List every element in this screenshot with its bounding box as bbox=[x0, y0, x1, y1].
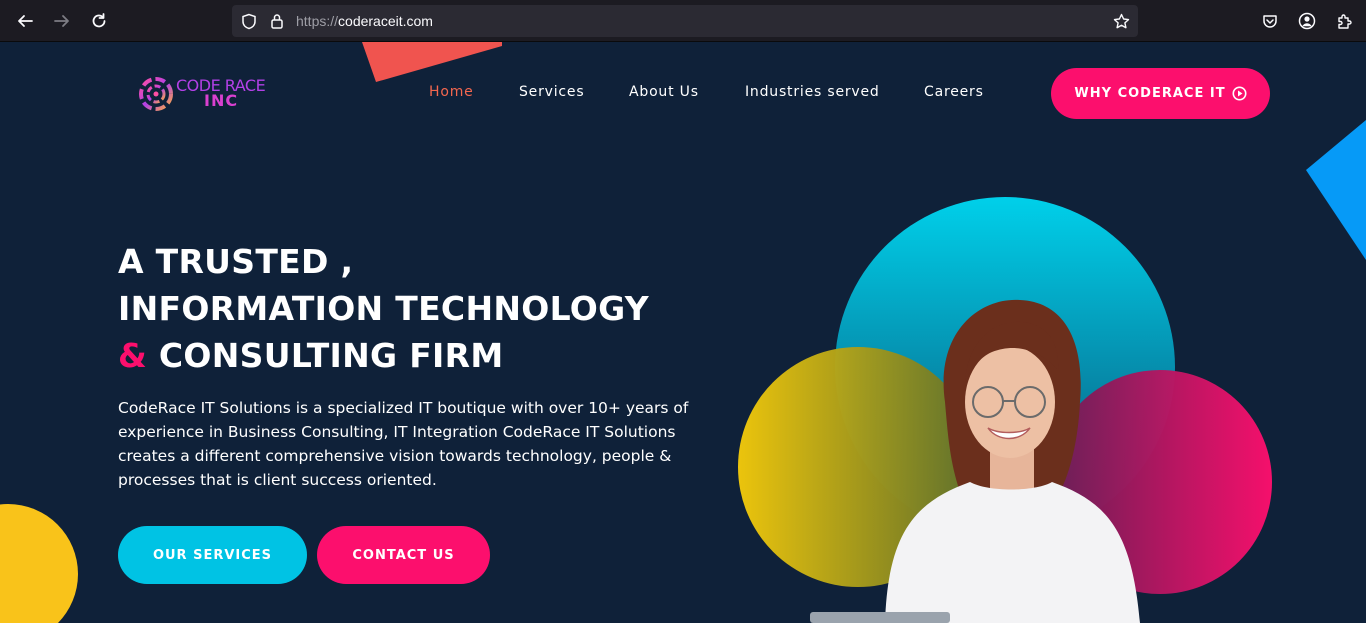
headline-line3-wrap: & CONSULTING FIRM bbox=[118, 332, 649, 379]
hero-headline: A TRUSTED , INFORMATION TECHNOLOGY & CON… bbox=[118, 238, 649, 379]
address-bar[interactable]: https://coderaceit.com bbox=[232, 5, 1138, 37]
nav-item-services[interactable]: Services bbox=[519, 84, 584, 100]
url-text[interactable]: https://coderaceit.com bbox=[296, 13, 433, 29]
decorative-blue-triangle bbox=[1306, 120, 1366, 260]
page-content: CODE RACE INC Home Services About Us Ind… bbox=[0, 42, 1366, 623]
brand-logo[interactable]: CODE RACE INC bbox=[136, 74, 276, 114]
lock-icon[interactable] bbox=[268, 12, 286, 30]
extensions-puzzle-icon[interactable] bbox=[1335, 12, 1353, 30]
pocket-icon[interactable] bbox=[1261, 12, 1279, 30]
shield-icon[interactable] bbox=[240, 12, 258, 30]
logo-line2: INC bbox=[204, 91, 239, 110]
decorative-yellow-circle bbox=[0, 504, 78, 623]
url-host: coderaceit.com bbox=[338, 13, 433, 29]
decorative-red-shape bbox=[362, 42, 502, 82]
forward-arrow-icon[interactable] bbox=[51, 10, 73, 32]
url-protocol: https:// bbox=[296, 13, 339, 29]
nav-item-industries-served[interactable]: Industries served bbox=[745, 84, 880, 100]
contact-us-button[interactable]: CONTACT US bbox=[317, 526, 490, 584]
why-coderace-label: WHY CODERACE IT bbox=[1074, 86, 1226, 101]
headline-line3: CONSULTING FIRM bbox=[158, 336, 504, 375]
logo-text: CODE RACE INC bbox=[176, 78, 266, 110]
nav-item-home[interactable]: Home bbox=[429, 84, 474, 100]
browser-toolbar: https://coderaceit.com bbox=[0, 0, 1366, 42]
bookmark-star-icon[interactable] bbox=[1112, 12, 1130, 30]
hero-description: CodeRace IT Solutions is a specialized I… bbox=[118, 399, 689, 489]
headline-line2: INFORMATION TECHNOLOGY bbox=[118, 289, 649, 328]
back-arrow-icon[interactable] bbox=[14, 10, 36, 32]
account-icon[interactable] bbox=[1298, 12, 1316, 30]
headline-line1: A TRUSTED , bbox=[118, 242, 354, 281]
play-circle-icon bbox=[1232, 86, 1247, 101]
reload-icon[interactable] bbox=[88, 10, 110, 32]
logo-swirl-icon bbox=[139, 77, 173, 111]
headline-ampersand: & bbox=[118, 336, 148, 375]
our-services-button[interactable]: OUR SERVICES bbox=[118, 526, 307, 584]
hero-illustration bbox=[738, 197, 1272, 623]
why-coderace-button[interactable]: WHY CODERACE IT bbox=[1051, 68, 1270, 119]
nav-item-careers[interactable]: Careers bbox=[924, 84, 984, 100]
nav-item-about-us[interactable]: About Us bbox=[629, 84, 699, 100]
